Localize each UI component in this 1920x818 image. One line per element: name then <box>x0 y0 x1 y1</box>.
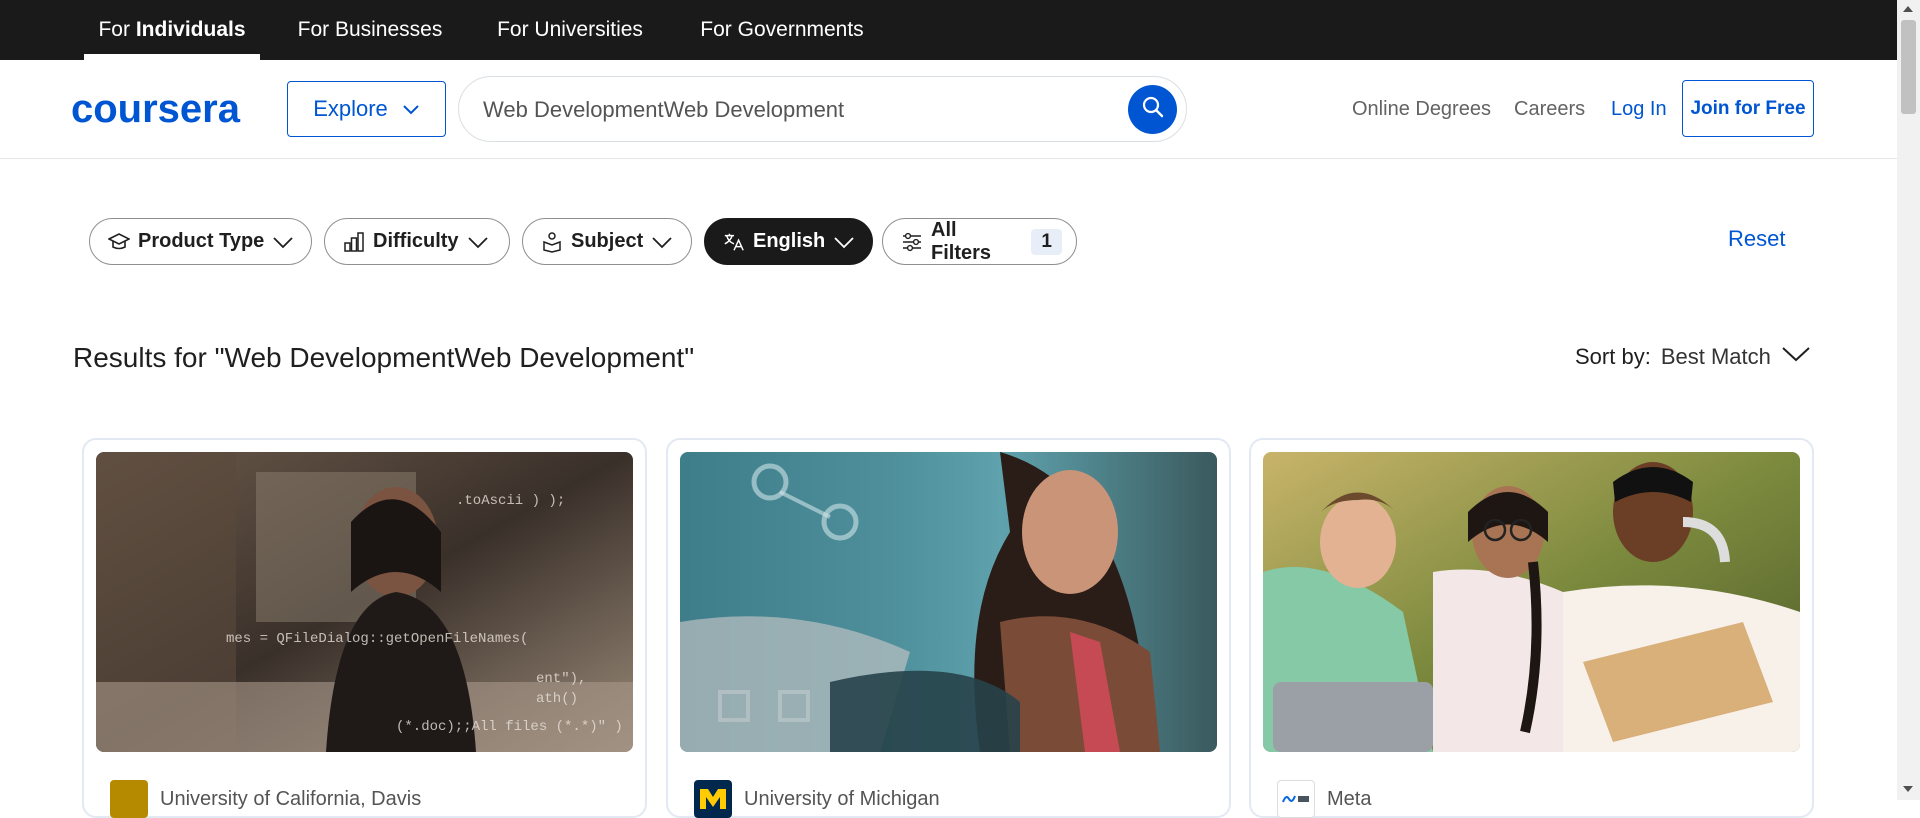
tab-label-bold: Individuals <box>135 18 246 41</box>
filter-difficulty-label: Difficulty <box>373 230 459 252</box>
all-filters-label: All Filters <box>931 218 992 264</box>
filter-difficulty[interactable]: Difficulty <box>324 218 510 265</box>
partner-name: University of California, Davis <box>160 787 422 810</box>
chevron-down-icon <box>833 231 855 253</box>
sort-by-label: Sort by: <box>1575 344 1651 369</box>
audience-bar: For Individuals For Businesses For Unive… <box>0 0 1897 60</box>
chevron-down-icon <box>651 231 673 253</box>
filter-subject[interactable]: Subject <box>522 218 692 265</box>
filter-language[interactable]: English <box>704 218 873 265</box>
course-thumbnail: .toAscii ) ); mes = QFileDialog::getOpen… <box>96 452 633 752</box>
chevron-down-icon <box>272 231 294 253</box>
svg-text:mes = QFileDialog::getOpenFile: mes = QFileDialog::getOpenFileNames( <box>226 631 528 647</box>
chevron-down-icon <box>402 96 420 122</box>
search-button[interactable] <box>1128 85 1177 134</box>
explore-label: Explore <box>313 96 388 121</box>
svg-text:ent"),: ent"), <box>536 671 586 687</box>
online-degrees-link[interactable]: Online Degrees <box>1352 60 1491 159</box>
card-partner: University of Michigan <box>694 780 940 818</box>
search-icon <box>1141 95 1165 124</box>
reset-filters-link[interactable]: Reset <box>1728 226 1785 252</box>
tab-for-businesses[interactable]: For Businesses <box>290 0 450 60</box>
results-title: Results for "Web DevelopmentWeb Developm… <box>73 342 695 373</box>
card-partner: Meta <box>1277 780 1371 818</box>
card-partner: University of California, Davis <box>110 780 421 818</box>
search-box <box>458 76 1187 142</box>
scroll-down-arrow[interactable] <box>1903 786 1913 792</box>
page-scrollbar[interactable] <box>1897 0 1920 800</box>
site-header: coursera Explore Online Degrees Careers … <box>0 60 1897 159</box>
partner-logo <box>1277 780 1315 818</box>
tab-for-universities[interactable]: For Universities <box>485 0 655 60</box>
partner-logo <box>694 780 732 818</box>
graduation-cap-icon <box>108 231 130 253</box>
scroll-up-arrow[interactable] <box>1903 6 1913 12</box>
course-thumbnail <box>680 452 1217 752</box>
join-for-free-button[interactable]: Join for Free <box>1682 80 1814 137</box>
bar-chart-icon <box>343 231 365 253</box>
translate-icon <box>723 231 745 253</box>
all-filters-button[interactable]: All Filters 1 <box>882 218 1077 265</box>
filter-count-badge: 1 <box>1031 228 1062 255</box>
filter-product-type-label: Product Type <box>138 230 265 252</box>
chevron-down-icon <box>1781 344 1811 370</box>
partner-logo <box>110 780 148 818</box>
partner-name: Meta <box>1327 787 1372 810</box>
sort-by-value: Best Match <box>1660 344 1771 369</box>
tab-label-prefix: For <box>98 18 136 41</box>
filter-language-label: English <box>753 230 826 252</box>
filter-subject-label: Subject <box>571 230 644 252</box>
course-thumbnail <box>1263 452 1800 752</box>
filter-product-type[interactable]: Product Type <box>89 218 312 265</box>
sort-by-dropdown[interactable]: Sort by: Best Match <box>1575 344 1811 370</box>
explore-button[interactable]: Explore <box>287 81 446 137</box>
chevron-down-icon <box>467 231 489 253</box>
login-link[interactable]: Log In <box>1611 60 1667 159</box>
tab-for-governments[interactable]: For Governments <box>688 0 876 60</box>
svg-text:ath(): ath() <box>536 691 578 707</box>
coursera-logo[interactable]: coursera <box>71 86 265 132</box>
careers-link[interactable]: Careers <box>1514 60 1585 159</box>
svg-text:.toAscii ) );: .toAscii ) ); <box>456 493 565 509</box>
subject-icon <box>541 231 563 253</box>
logo-text: coursera <box>71 87 241 131</box>
course-card[interactable]: Meta <box>1249 438 1814 818</box>
course-card[interactable]: University of Michigan <box>666 438 1231 818</box>
svg-text:(*.doc);;All files (*.*)" ) );: (*.doc);;All files (*.*)" ) ); <box>396 719 633 735</box>
partner-name: University of Michigan <box>744 787 940 810</box>
sliders-icon <box>901 231 923 253</box>
tab-for-individuals[interactable]: For Individuals <box>84 0 260 60</box>
search-input[interactable] <box>483 91 1103 129</box>
scroll-thumb[interactable] <box>1901 20 1916 114</box>
course-card[interactable]: .toAscii ) ); mes = QFileDialog::getOpen… <box>82 438 647 818</box>
